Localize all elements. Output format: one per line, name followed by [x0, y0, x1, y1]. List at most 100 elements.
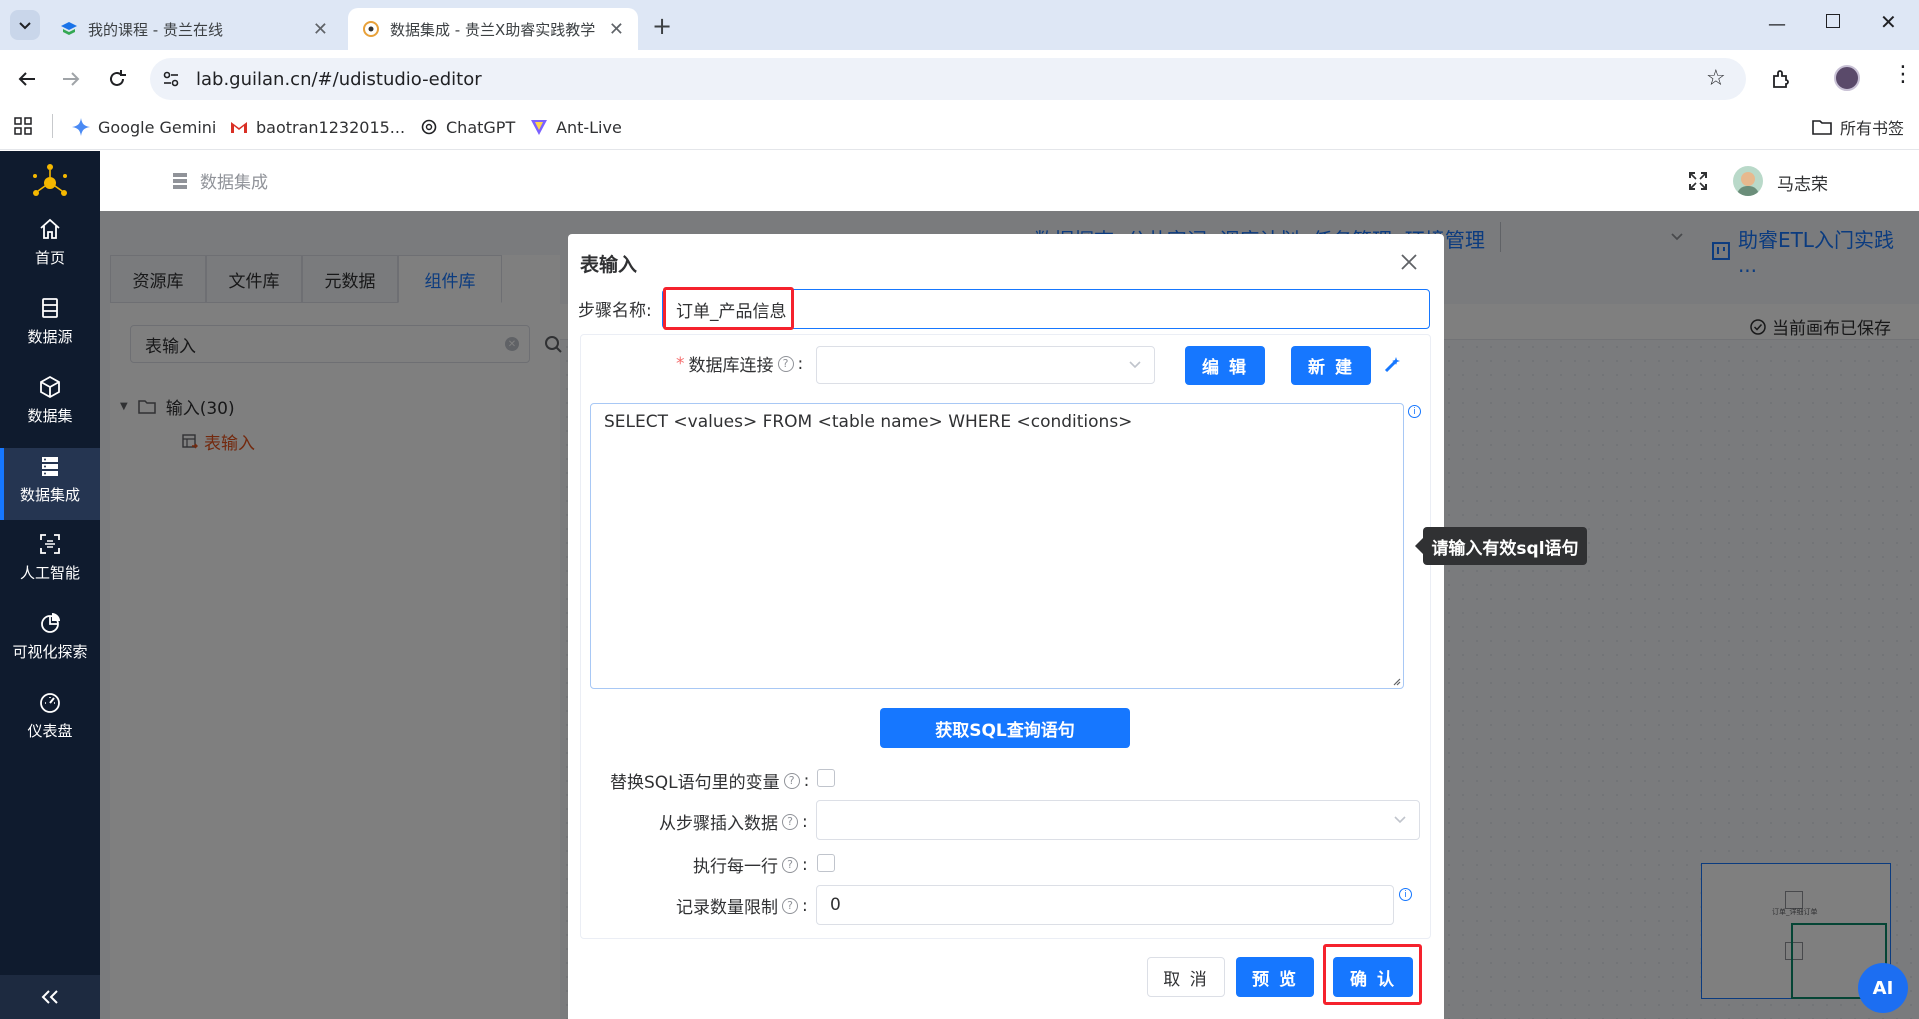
step-name-label: 步骤名称: [578, 301, 652, 321]
apps-grid-icon[interactable] [14, 117, 32, 135]
app-favicon-icon [363, 21, 379, 37]
help-icon[interactable]: ? [782, 813, 798, 830]
help-icon[interactable]: ? [782, 856, 798, 873]
user-name[interactable]: 马志荣 [1777, 170, 1828, 195]
back-icon[interactable] [16, 68, 38, 90]
sql-info-icon[interactable]: i [1408, 405, 1421, 418]
database-icon [42, 298, 58, 318]
avatar-body [1737, 186, 1759, 196]
get-sql-button[interactable]: 获取SQL查询语句 [880, 708, 1130, 748]
bookmark-chatgpt[interactable]: ChatGPT [420, 112, 515, 142]
gemini-icon [72, 118, 90, 136]
all-bookmarks[interactable]: 所有书签 [1812, 112, 1904, 142]
tooltip-arrow [1415, 538, 1423, 554]
url-field[interactable]: lab.guilan.cn/#/udistudio-editor [150, 58, 1746, 100]
sidebar-item-data-integration[interactable]: 数据集成 [0, 448, 100, 520]
browser-tab-active[interactable]: 数据集成 - 贵兰X助睿实践教学 ✕ [348, 8, 638, 50]
db-connection-select[interactable] [816, 346, 1155, 384]
profile-avatar[interactable] [1834, 65, 1860, 91]
fullscreen-icon[interactable] [1688, 171, 1708, 191]
dialog-close-icon[interactable] [1400, 253, 1418, 271]
course-favicon-icon [61, 22, 77, 35]
ai-scan-icon [40, 534, 60, 554]
close-tab-icon[interactable]: ✕ [609, 19, 624, 40]
browser-tab[interactable]: 我的课程 - 贵兰在线 ✕ [46, 8, 342, 50]
close-tab-icon[interactable]: ✕ [313, 19, 328, 40]
replace-vars-row: 替换SQL语句里的变量 ? : [610, 770, 810, 794]
breadcrumb-label: 数据集成 [200, 173, 268, 193]
active-indicator [0, 448, 4, 520]
step-name-highlight [663, 287, 794, 330]
sidebar-item-label: 数据集 [27, 407, 73, 425]
site-info-icon[interactable] [162, 70, 180, 88]
browser-menu-icon[interactable]: ⋮ [1892, 64, 1914, 86]
bookmark-antlive[interactable]: Ant-Live [530, 112, 622, 142]
exec-each-row: 执行每一行 ? : [693, 854, 808, 878]
exec-each-row-checkbox[interactable] [817, 854, 835, 872]
tab-search-button[interactable] [10, 10, 40, 40]
wizard-icon[interactable] [1383, 354, 1403, 374]
dashboard-icon [40, 693, 60, 713]
app-logo[interactable] [30, 163, 70, 201]
sidebar-item-label: 数据源 [27, 328, 73, 346]
restore-button[interactable] [1826, 14, 1840, 28]
gmail-icon [231, 122, 247, 133]
new-button[interactable]: 新 建 [1291, 346, 1371, 385]
edit-button[interactable]: 编 辑 [1185, 346, 1265, 385]
double-chevron-left-icon [41, 990, 58, 1004]
ant-live-icon [531, 120, 547, 135]
new-tab-button[interactable]: + [652, 12, 672, 40]
server-icon [42, 457, 58, 476]
minimize-button[interactable]: — [1768, 14, 1786, 35]
bookmark-gmail[interactable]: baotran1232015... [230, 112, 405, 142]
sidebar-item-datasource[interactable]: 数据源 [0, 296, 100, 368]
db-connection-label: * 数据库连接 ? : [676, 353, 804, 377]
sidebar-item-ai[interactable]: 人工智能 [0, 532, 100, 604]
chevron-down-icon [1394, 816, 1406, 824]
breadcrumb: 数据集成 [172, 168, 268, 193]
help-icon[interactable]: ? [777, 355, 794, 372]
sidebar-item-label: 仪表盘 [27, 722, 73, 740]
help-icon[interactable]: ? [783, 772, 800, 789]
top-bar [100, 151, 1919, 211]
sql-textarea[interactable]: SELECT <values> FROM <table name> WHERE … [590, 403, 1404, 689]
ai-assistant-button[interactable]: AI [1858, 963, 1908, 1013]
record-limit-input[interactable]: 0 [816, 885, 1394, 925]
sidebar-item-dataset[interactable]: 数据集 [0, 375, 100, 447]
bookmark-star-icon[interactable]: ☆ [1706, 66, 1726, 91]
home-icon [40, 218, 60, 239]
sidebar-item-dashboard[interactable]: 仪表盘 [0, 690, 100, 762]
required-asterisk: * [676, 353, 685, 374]
avatar-face [1741, 172, 1755, 186]
server-icon [173, 172, 187, 189]
sql-tooltip: 请输入有效sql语句 [1423, 527, 1587, 565]
chevron-down-icon [1129, 361, 1141, 369]
preview-button[interactable]: 预 览 [1236, 957, 1314, 997]
folder-icon [1812, 120, 1832, 135]
insert-from-step-select[interactable] [816, 800, 1420, 840]
dialog-title: 表输入 [580, 254, 638, 276]
url-text: lab.guilan.cn/#/udistudio-editor [196, 68, 482, 90]
sidebar-item-label: 可视化探索 [12, 643, 88, 661]
bookmark-divider [52, 114, 53, 138]
chatgpt-icon [421, 119, 437, 135]
sidebar-item-visual-explore[interactable]: 可视化探索 [0, 611, 100, 683]
record-limit-info-icon[interactable]: i [1399, 888, 1412, 901]
sidebar-item-home[interactable]: 首页 [0, 217, 100, 289]
confirm-highlight [1323, 944, 1422, 1005]
help-icon[interactable]: ? [782, 897, 798, 914]
replace-vars-checkbox[interactable] [817, 769, 835, 787]
sidebar-collapse-bar[interactable] [0, 975, 100, 1019]
resize-handle-icon[interactable] [1391, 676, 1401, 686]
bookmark-gemini[interactable]: Google Gemini [72, 112, 216, 142]
sidebar-item-label: 首页 [34, 249, 65, 267]
tab-title: 我的课程 - 贵兰在线 [88, 20, 223, 39]
extensions-icon[interactable] [1770, 68, 1792, 90]
reload-icon[interactable] [106, 68, 128, 90]
pie-chart-icon [41, 613, 60, 633]
forward-icon[interactable] [60, 68, 82, 90]
close-window-button[interactable]: ✕ [1880, 10, 1897, 34]
avatar[interactable] [1733, 166, 1763, 196]
insert-from-step-row: 从步骤插入数据 ? : [659, 811, 808, 835]
cancel-button[interactable]: 取 消 [1147, 957, 1225, 997]
